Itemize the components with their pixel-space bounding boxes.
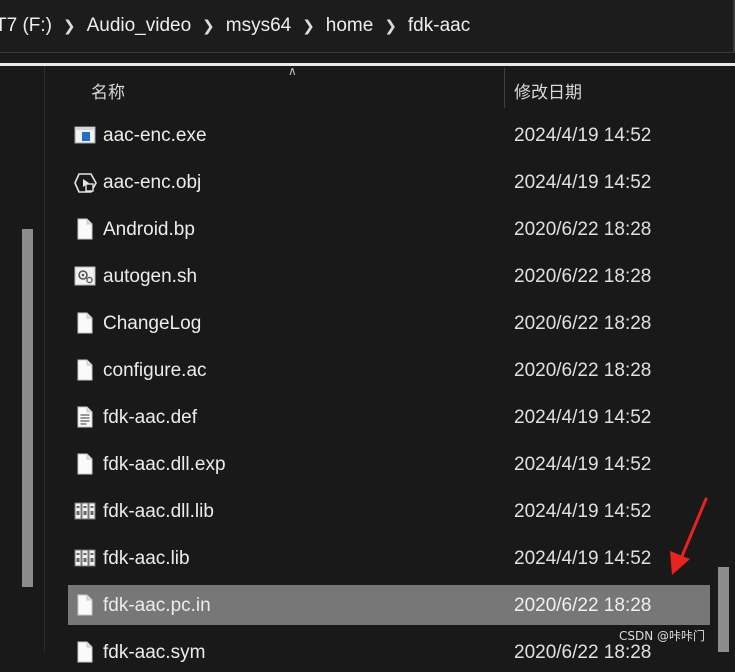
file-icon	[74, 641, 96, 663]
obj-file-icon	[74, 171, 97, 193]
text-file-icon	[74, 406, 96, 428]
file-date-modified: 2024/4/19 14:52	[514, 407, 652, 428]
file-row[interactable]: fdk-aac.def 2024/4/19 14:52	[68, 397, 710, 437]
file-name: fdk-aac.pc.in	[103, 595, 211, 616]
file-row[interactable]: fdk-aac.pc.in 2020/6/22 18:28	[68, 585, 710, 625]
breadcrumb-item-msys64[interactable]: msys64	[216, 15, 301, 37]
library-icon	[74, 500, 96, 522]
script-file-icon	[74, 265, 96, 287]
file-date-modified: 2020/6/22 18:28	[514, 360, 652, 381]
address-bar[interactable]: T7 (F:) ❯ Audio_video ❯ msys64 ❯ home ❯ …	[0, 0, 735, 53]
column-divider[interactable]	[504, 68, 505, 108]
chevron-right-icon[interactable]: ❯	[201, 17, 216, 35]
file-date-modified: 2024/4/19 14:52	[514, 454, 652, 475]
file-name: fdk-aac.dll.lib	[103, 501, 214, 522]
file-row[interactable]: aac-enc.exe 2024/4/19 14:52	[68, 115, 710, 155]
file-date-modified: 2020/6/22 18:28	[514, 219, 652, 240]
library-icon	[74, 547, 96, 569]
file-row[interactable]: Android.bp 2020/6/22 18:28	[68, 209, 710, 249]
pane-divider[interactable]	[44, 66, 45, 652]
chevron-right-icon[interactable]: ❯	[383, 17, 398, 35]
file-icon	[74, 453, 96, 475]
file-row[interactable]: configure.ac 2020/6/22 18:28	[68, 350, 710, 390]
file-name: aac-enc.exe	[103, 125, 207, 146]
file-name: fdk-aac.sym	[103, 642, 206, 663]
chevron-right-icon[interactable]: ❯	[62, 17, 77, 35]
breadcrumb-item-fdk-aac[interactable]: fdk-aac	[398, 15, 480, 37]
column-header-name[interactable]: 名称	[91, 78, 125, 103]
column-header-date-modified[interactable]: 修改日期	[514, 78, 582, 103]
file-date-modified: 2024/4/19 14:52	[514, 501, 652, 522]
file-icon	[74, 359, 96, 381]
breadcrumb-item-drive[interactable]: T7 (F:)	[0, 15, 62, 37]
file-row[interactable]: fdk-aac.dll.lib 2024/4/19 14:52	[68, 491, 710, 531]
file-row[interactable]: fdk-aac.sym 2020/6/22 18:28	[68, 632, 710, 672]
file-list-scrollbar[interactable]	[718, 567, 729, 652]
file-row[interactable]: ChangeLog 2020/6/22 18:28	[68, 303, 710, 343]
chevron-right-icon[interactable]: ❯	[301, 17, 316, 35]
file-name: autogen.sh	[103, 266, 198, 287]
file-name: fdk-aac.lib	[103, 548, 190, 569]
file-date-modified: 2024/4/19 14:52	[514, 548, 652, 569]
file-name: ChangeLog	[103, 313, 202, 334]
file-name: fdk-aac.dll.exp	[103, 454, 226, 475]
file-row[interactable]: aac-enc.obj 2024/4/19 14:52	[68, 162, 710, 202]
file-row[interactable]: fdk-aac.dll.exp 2024/4/19 14:52	[68, 444, 710, 484]
file-row[interactable]: fdk-aac.lib 2024/4/19 14:52	[68, 538, 710, 578]
breadcrumb-item-audio-video[interactable]: Audio_video	[77, 15, 202, 37]
sort-ascending-icon: ∧	[288, 64, 297, 78]
file-date-modified: 2020/6/22 18:28	[514, 266, 652, 287]
breadcrumb-item-home[interactable]: home	[316, 15, 384, 37]
file-date-modified: 2020/6/22 18:28	[514, 642, 652, 663]
file-date-modified: 2020/6/22 18:28	[514, 595, 652, 616]
file-name: aac-enc.obj	[103, 172, 202, 193]
file-name: configure.ac	[103, 360, 207, 381]
file-date-modified: 2024/4/19 14:52	[514, 125, 652, 146]
file-icon	[74, 594, 96, 616]
file-icon	[74, 312, 96, 334]
file-name: Android.bp	[103, 219, 195, 240]
file-row[interactable]: autogen.sh 2020/6/22 18:28	[68, 256, 710, 296]
column-header: ∧ 名称 修改日期	[45, 64, 735, 108]
watermark: CSDN @咔咔门	[619, 629, 706, 643]
annotation-arrow-icon	[670, 497, 708, 575]
file-icon	[74, 218, 96, 240]
file-date-modified: 2024/4/19 14:52	[514, 172, 652, 193]
file-name: fdk-aac.def	[103, 407, 197, 428]
navigation-pane-scrollbar[interactable]	[22, 229, 33, 587]
file-date-modified: 2020/6/22 18:28	[514, 313, 652, 334]
exe-icon	[74, 124, 96, 146]
